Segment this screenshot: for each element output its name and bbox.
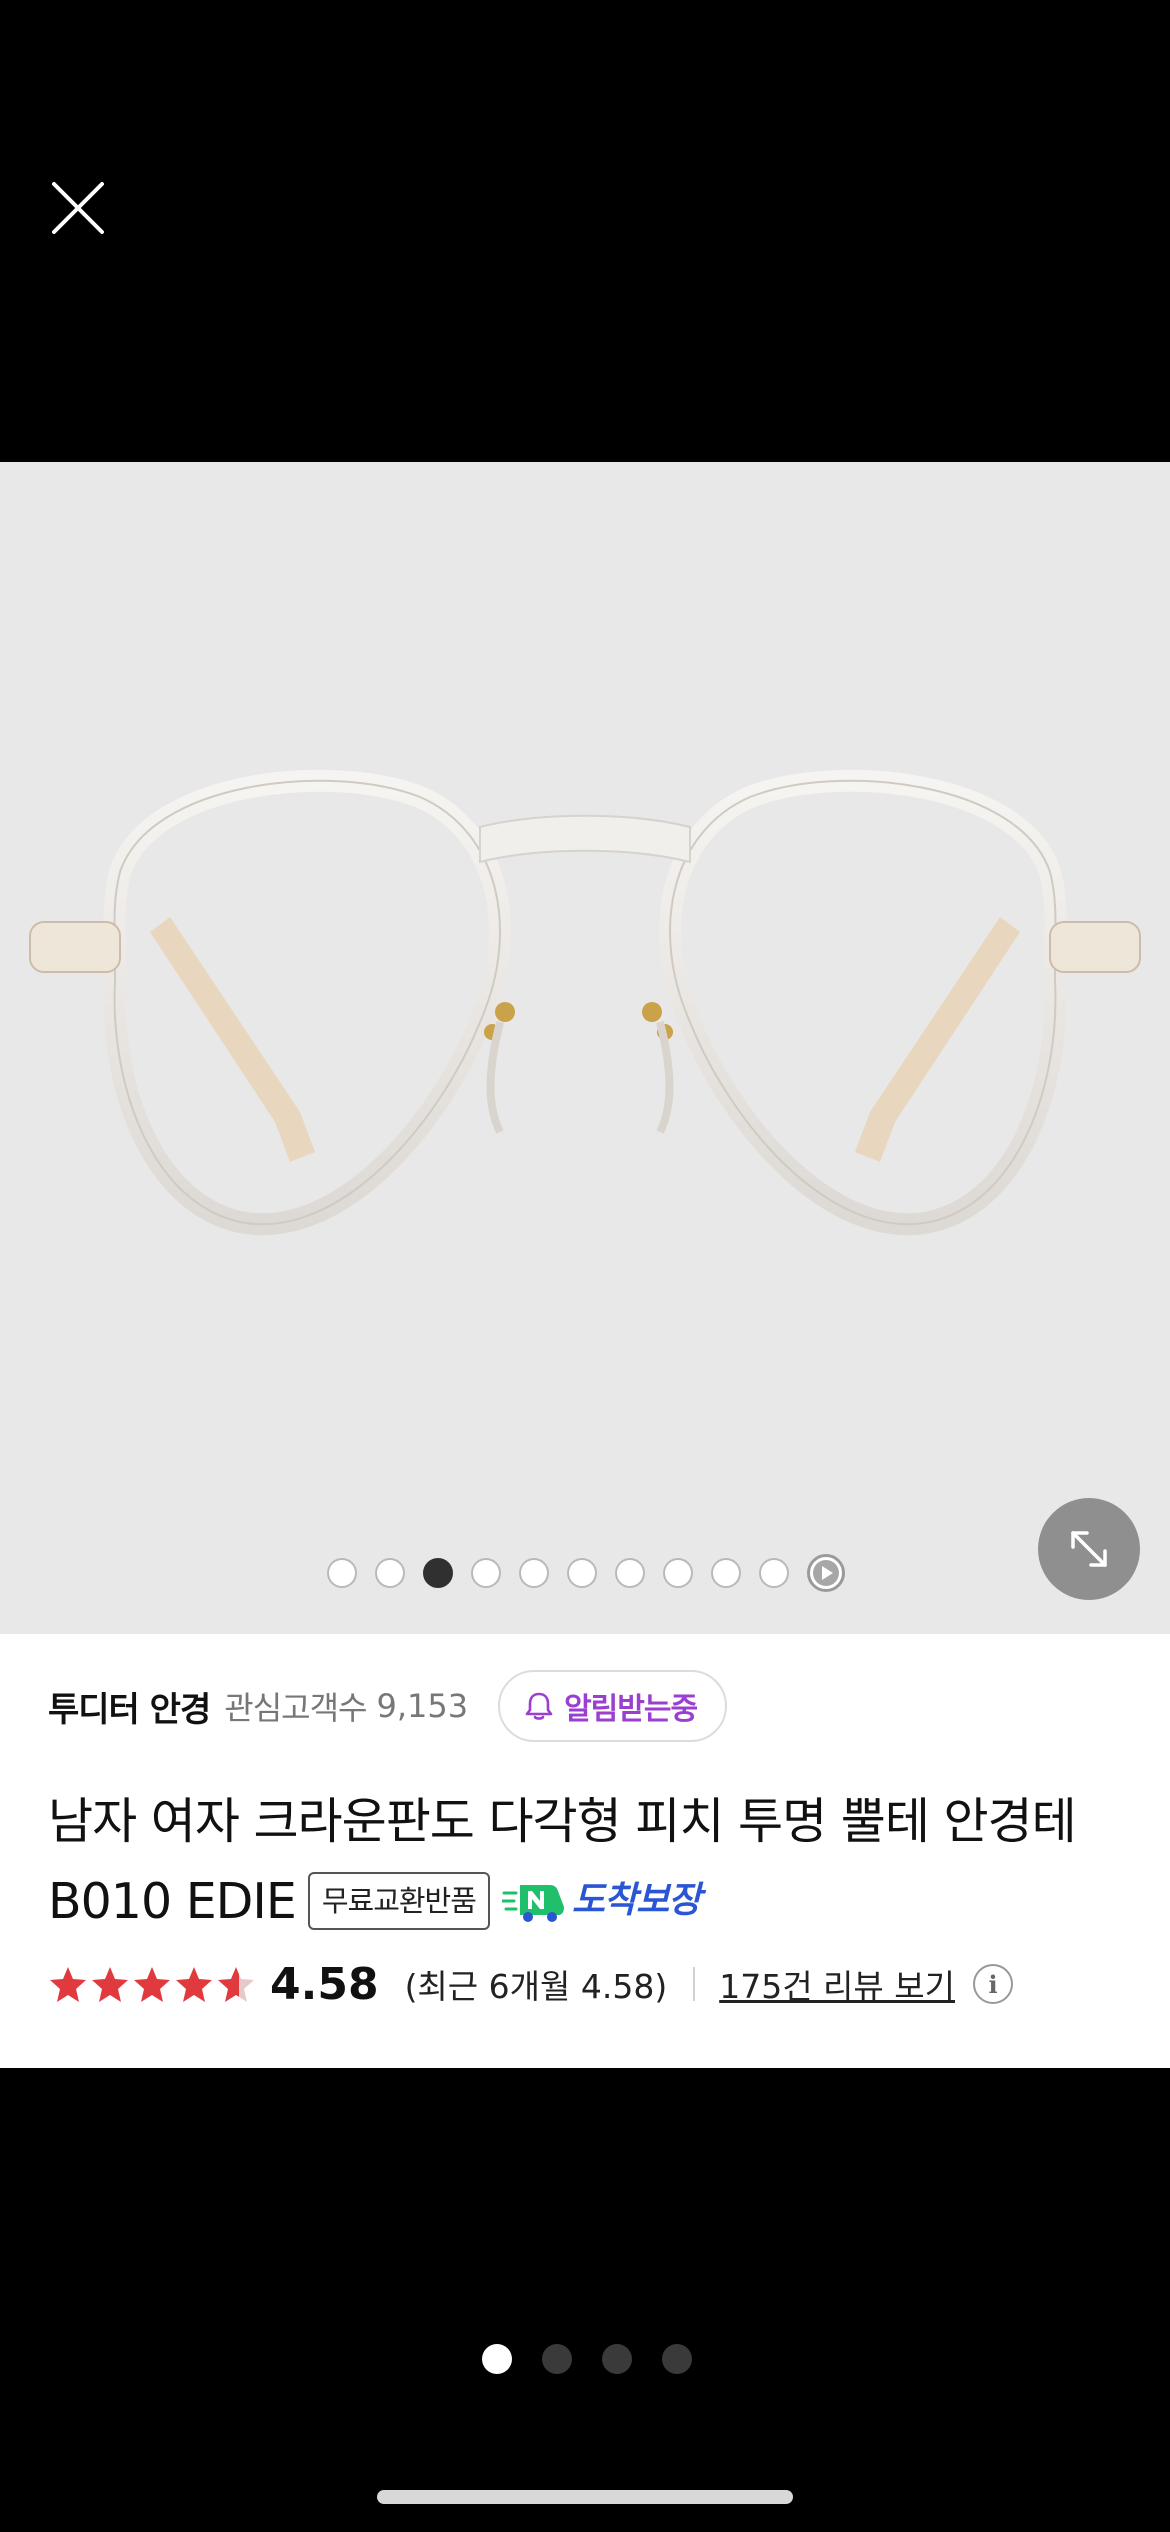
recent-rating: (최근 6개월 4.58) <box>404 1967 668 2006</box>
carousel-dot[interactable] <box>615 1558 645 1588</box>
brand-name[interactable]: 투디터 안경 <box>48 1682 211 1731</box>
carousel-dot[interactable] <box>759 1558 789 1588</box>
star-full-icon <box>134 1967 170 2002</box>
page-indicator <box>0 2344 1170 2374</box>
rating-row: 4.58 (최근 6개월 4.58) 175건 리뷰 보기 i <box>48 1954 1013 2014</box>
carousel-dot[interactable] <box>471 1558 501 1588</box>
bell-icon <box>525 1692 553 1720</box>
carousel-dot[interactable] <box>519 1558 549 1588</box>
product-info-card: 투디터 안경 관심고객수 9,153 알림받는중 남자 여자 크라운판도 다각형… <box>0 1634 1170 2068</box>
video-play-dot[interactable] <box>807 1554 845 1592</box>
rating-value: 4.58 <box>270 1958 379 2010</box>
product-image[interactable] <box>0 462 1170 1634</box>
naver-delivery-icon <box>501 1884 564 1922</box>
rating-stars <box>48 1964 256 2004</box>
notification-subscribed-button[interactable]: 알림받는중 <box>498 1670 728 1742</box>
expand-button[interactable] <box>1038 1498 1140 1600</box>
carousel-dot[interactable] <box>375 1558 405 1588</box>
reviews-link[interactable]: 175건 리뷰 보기 <box>719 1960 955 2008</box>
delivery-guarantee-badge: 도착보장 <box>501 1861 701 1941</box>
product-title-block: 남자 여자 크라운판도 다각형 피치 투명 뿔테 안경테 B010 EDIE 무료… <box>48 1782 1128 1945</box>
carousel-dot[interactable] <box>567 1558 597 1588</box>
star-full-icon <box>176 1967 212 2002</box>
glasses-photo <box>29 769 1141 1235</box>
expand-diagonal-icon <box>1071 1531 1107 1567</box>
divider <box>693 1967 696 2001</box>
image-carousel-indicator <box>0 1554 1170 1592</box>
home-indicator[interactable] <box>377 2490 793 2504</box>
carousel-dot[interactable] <box>711 1558 741 1588</box>
close-button[interactable] <box>48 178 108 238</box>
star-full-icon <box>92 1967 128 2002</box>
notification-label: 알림받는중 <box>564 1692 698 1727</box>
carousel-dot[interactable] <box>663 1558 693 1588</box>
page-dot[interactable] <box>662 2344 692 2374</box>
delivery-guarantee-label: 도착보장 <box>571 1879 701 1921</box>
page-dot[interactable] <box>542 2344 572 2374</box>
page-dot-active[interactable] <box>482 2344 512 2374</box>
play-icon <box>813 1560 839 1586</box>
carousel-dot-active[interactable] <box>423 1558 453 1588</box>
free-return-tag: 무료교환반품 <box>307 1871 490 1930</box>
brand-row: 투디터 안경 관심고객수 9,153 알림받는중 <box>48 1670 1130 1742</box>
carousel-dot[interactable] <box>327 1558 357 1588</box>
favorite-count: 9,153 <box>376 1687 469 1725</box>
star-half-icon <box>218 1967 254 2002</box>
star-full-icon <box>50 1967 86 2002</box>
favorite-label: 관심고객수 <box>224 1689 367 1727</box>
close-icon <box>52 182 104 234</box>
page-dot[interactable] <box>602 2344 632 2374</box>
info-icon[interactable]: i <box>973 1964 1013 2004</box>
